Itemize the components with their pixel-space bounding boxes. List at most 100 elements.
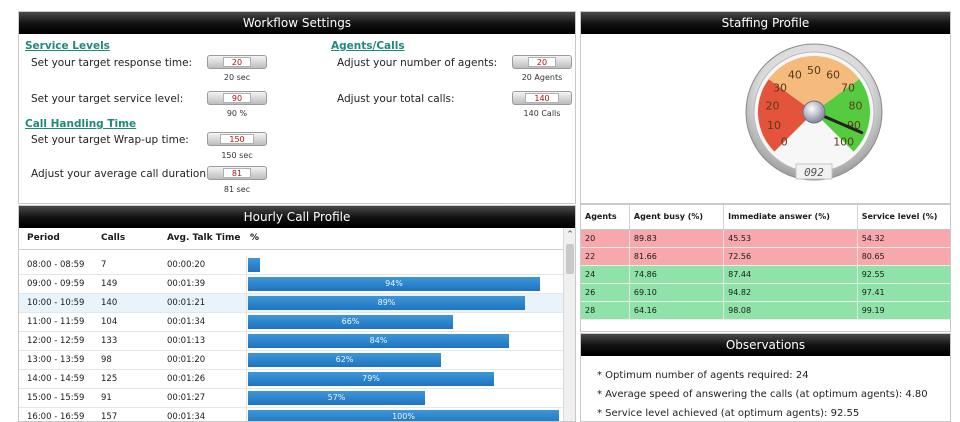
agents-calls-heading: Agents/Calls bbox=[331, 40, 405, 52]
agents-cell: 97.41 bbox=[857, 283, 950, 302]
gauge-readout: 092 bbox=[804, 166, 824, 179]
call-duration-spinner[interactable]: 81 bbox=[207, 166, 267, 180]
agents-cell: 20 bbox=[581, 229, 630, 248]
col-avg-talk-time[interactable]: Avg. Talk Time bbox=[167, 233, 240, 243]
response-time-spinner[interactable]: 20 bbox=[207, 55, 267, 69]
hourly-row[interactable]: 08:00 - 08:59 7 00:00:20 bbox=[19, 256, 565, 275]
hourly-period: 16:00 - 16:59 bbox=[27, 412, 85, 422]
service-level-spinner[interactable]: 90 bbox=[207, 91, 267, 105]
hourly-period: 11:00 - 11:59 bbox=[27, 317, 85, 327]
hourly-talk-time: 00:01:34 bbox=[167, 412, 206, 422]
hourly-percent-label: 100% bbox=[392, 412, 415, 421]
col-percent[interactable]: % bbox=[250, 233, 259, 243]
hourly-period: 10:00 - 10:59 bbox=[27, 298, 85, 308]
scrollbar-thumb[interactable] bbox=[566, 244, 574, 274]
agents-cell: 26 bbox=[581, 283, 630, 302]
hourly-row[interactable]: 13:00 - 13:59 98 00:01:20 62% bbox=[19, 351, 565, 370]
observation-item: * Optimum number of agents required: 24 bbox=[597, 370, 809, 381]
hourly-row[interactable]: 16:00 - 16:59 157 00:01:34 100% bbox=[19, 408, 565, 422]
agents-col-header[interactable]: Immediate answer (%) bbox=[723, 205, 858, 230]
agents-table: Agents Agent busy (%) Immediate answer (%)… bbox=[581, 205, 950, 320]
call-duration-sub: 81 sec bbox=[223, 185, 251, 194]
hourly-percent-label: 79% bbox=[362, 374, 380, 383]
hourly-calls: 133 bbox=[101, 336, 118, 346]
hourly-percent-label: 62% bbox=[335, 355, 354, 364]
column-divider bbox=[246, 351, 247, 370]
wrapup-time-value[interactable]: 150 bbox=[220, 134, 254, 144]
gauge-tick-label: 0 bbox=[781, 136, 788, 149]
hourly-percent-bar: 94% bbox=[248, 277, 540, 291]
hourly-calls: 91 bbox=[101, 393, 112, 403]
hourly-row[interactable]: 12:00 - 12:59 133 00:01:13 84% bbox=[19, 332, 565, 351]
hourly-calls: 98 bbox=[101, 355, 112, 365]
hourly-row[interactable]: 14:00 - 14:59 125 00:01:26 79% bbox=[19, 370, 565, 389]
gauge-tick-label: 20 bbox=[766, 99, 780, 112]
hourly-talk-time: 00:01:20 bbox=[167, 355, 206, 365]
hourly-period: 15:00 - 15:59 bbox=[27, 393, 85, 403]
agents-cell: 45.53 bbox=[723, 229, 858, 248]
total-calls-value[interactable]: 140 bbox=[525, 93, 559, 103]
hourly-call-profile-title: Hourly Call Profile bbox=[19, 206, 575, 228]
response-time-value[interactable]: 20 bbox=[222, 57, 252, 67]
observations-title: Observations bbox=[581, 334, 950, 356]
agents-cell: 89.83 bbox=[629, 229, 725, 248]
wrapup-time-spinner[interactable]: 150 bbox=[207, 132, 267, 146]
service-levels-heading: Service Levels bbox=[25, 40, 110, 52]
staffing-profile-title: Staffing Profile bbox=[581, 12, 950, 34]
agents-row[interactable]: 2864.1698.0899.190.44 bbox=[581, 301, 950, 320]
agents-row[interactable]: 2669.1094.8297.411.48 bbox=[581, 283, 950, 302]
hourly-row[interactable]: 15:00 - 15:59 91 00:01:27 57% bbox=[19, 389, 565, 408]
agents-cell: 64.16 bbox=[629, 301, 725, 320]
agents-col-header[interactable]: Agent busy (%) bbox=[629, 205, 725, 230]
gauge-tick-label: 100 bbox=[833, 136, 854, 149]
hourly-percent-bar bbox=[248, 258, 260, 272]
column-divider bbox=[246, 275, 247, 294]
gauge-tick-label: 80 bbox=[848, 99, 862, 112]
hourly-talk-time: 00:01:26 bbox=[167, 374, 206, 384]
agents-cell: 22 bbox=[581, 247, 630, 266]
num-agents-spinner[interactable]: 20 bbox=[512, 55, 572, 69]
hourly-talk-time: 00:01:34 bbox=[167, 317, 206, 327]
staffing-gauge: 010203040 50 60708090100 092 bbox=[745, 43, 883, 181]
agents-cell: 80.65 bbox=[857, 247, 950, 266]
hourly-row[interactable]: 11:00 - 11:59 104 00:01:34 66% bbox=[19, 313, 565, 332]
agents-col-header[interactable]: Agents bbox=[581, 205, 630, 230]
agents-col-header[interactable]: Service level (%) bbox=[857, 205, 950, 230]
hourly-talk-time: 00:01:21 bbox=[167, 298, 206, 308]
call-duration-value[interactable]: 81 bbox=[222, 168, 252, 178]
workflow-settings-panel: Workflow Settings Service Levels Set you… bbox=[18, 11, 576, 204]
total-calls-spinner[interactable]: 140 bbox=[512, 91, 572, 105]
hourly-calls: 125 bbox=[101, 374, 118, 384]
call-handling-heading: Call Handling Time bbox=[25, 118, 137, 130]
agents-table-panel: Agents Agent busy (%) Immediate answer (%)… bbox=[580, 204, 951, 332]
hourly-percent-label: 84% bbox=[369, 336, 388, 345]
agents-cell: 98.08 bbox=[723, 301, 858, 320]
hourly-percent-label: 94% bbox=[385, 279, 403, 288]
hourly-percent-bar: 84% bbox=[248, 334, 509, 348]
agents-row[interactable]: 2474.8687.4492.554.80 bbox=[581, 265, 950, 284]
hourly-scrollbar[interactable]: ⌃ bbox=[563, 228, 575, 421]
hourly-percent-label: 66% bbox=[341, 317, 360, 326]
staffing-profile-panel: Staffing Profile 0 10 20 30 40 50 60 70 80 90 100 … bbox=[580, 11, 951, 204]
hourly-calls: 149 bbox=[101, 279, 118, 289]
agents-row[interactable]: 2089.8345.5354.3261.87 bbox=[581, 229, 950, 248]
hourly-row[interactable]: 10:00 - 10:59 140 00:01:21 89% bbox=[19, 294, 565, 313]
num-agents-value[interactable]: 20 bbox=[527, 57, 557, 67]
agents-row[interactable]: 2281.6672.5680.6515.71 bbox=[581, 247, 950, 266]
hourly-talk-time: 00:01:39 bbox=[167, 279, 206, 289]
gauge-tick-label: 40 bbox=[788, 69, 802, 82]
col-calls[interactable]: Calls bbox=[101, 233, 125, 243]
hourly-calls: 140 bbox=[101, 298, 118, 308]
wrapup-time-label: Set your target Wrap-up time: bbox=[31, 134, 189, 146]
service-level-value[interactable]: 90 bbox=[222, 93, 252, 103]
num-agents-sub: 20 Agents bbox=[521, 73, 563, 82]
hourly-percent-label: 57% bbox=[327, 393, 346, 402]
col-period[interactable]: Period bbox=[27, 233, 60, 243]
response-time-label: Set your target response time: bbox=[31, 57, 193, 69]
hourly-period: 12:00 - 12:59 bbox=[27, 336, 85, 346]
hourly-table-header: Period Calls Avg. Talk Time % bbox=[19, 228, 565, 250]
column-divider bbox=[246, 389, 247, 408]
gauge-tick-label: 30 bbox=[773, 81, 787, 94]
hourly-row[interactable]: 09:00 - 09:59 149 00:01:39 94% bbox=[19, 275, 565, 294]
scroll-up-icon[interactable]: ⌃ bbox=[564, 228, 575, 242]
